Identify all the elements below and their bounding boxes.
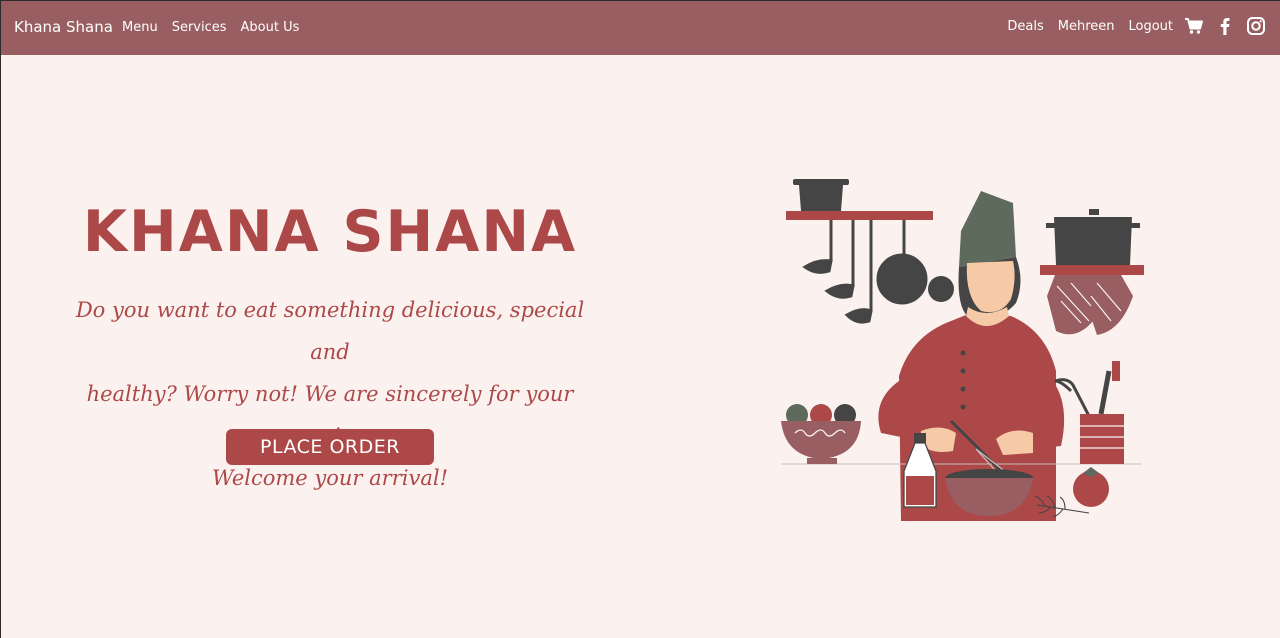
- facebook-icon[interactable]: [1215, 16, 1235, 36]
- oven-mittens: [1047, 275, 1133, 335]
- top-navbar: Khana Shana Menu Services About Us Deals…: [1, 1, 1280, 55]
- brand-link[interactable]: Khana Shana: [14, 18, 113, 36]
- hero-title: KHANA SHANA: [82, 199, 578, 265]
- nav-left-links: Menu Services About Us: [122, 20, 313, 35]
- tomato: [1073, 467, 1109, 507]
- utensil-cup: [1054, 361, 1124, 464]
- left-shelf-pot: [786, 179, 933, 220]
- nav-link-menu[interactable]: Menu: [122, 20, 158, 35]
- nav-right-links: Deals Mehreen Logout: [1007, 16, 1266, 36]
- cart-icon[interactable]: [1184, 16, 1204, 36]
- nav-link-about-us[interactable]: About Us: [241, 20, 300, 35]
- place-order-button[interactable]: PLACE ORDER: [226, 429, 434, 465]
- hero-tagline: Do you want to eat something delicious, …: [63, 289, 597, 499]
- page-frame: Khana Shana Menu Services About Us Deals…: [0, 0, 1280, 638]
- right-shelf-pot: [1040, 209, 1144, 275]
- nav-link-services[interactable]: Services: [172, 20, 227, 35]
- instagram-icon[interactable]: [1246, 16, 1266, 36]
- chef-illustration: [781, 179, 1144, 521]
- nav-link-user-mehreen[interactable]: Mehreen: [1058, 19, 1115, 34]
- hero-tagline-line-1: Do you want to eat something delicious, …: [75, 298, 585, 364]
- nav-link-logout[interactable]: Logout: [1128, 19, 1173, 34]
- nav-link-deals[interactable]: Deals: [1007, 19, 1043, 34]
- fruit-bowl: [781, 404, 861, 464]
- hanging-utensils: [802, 220, 928, 324]
